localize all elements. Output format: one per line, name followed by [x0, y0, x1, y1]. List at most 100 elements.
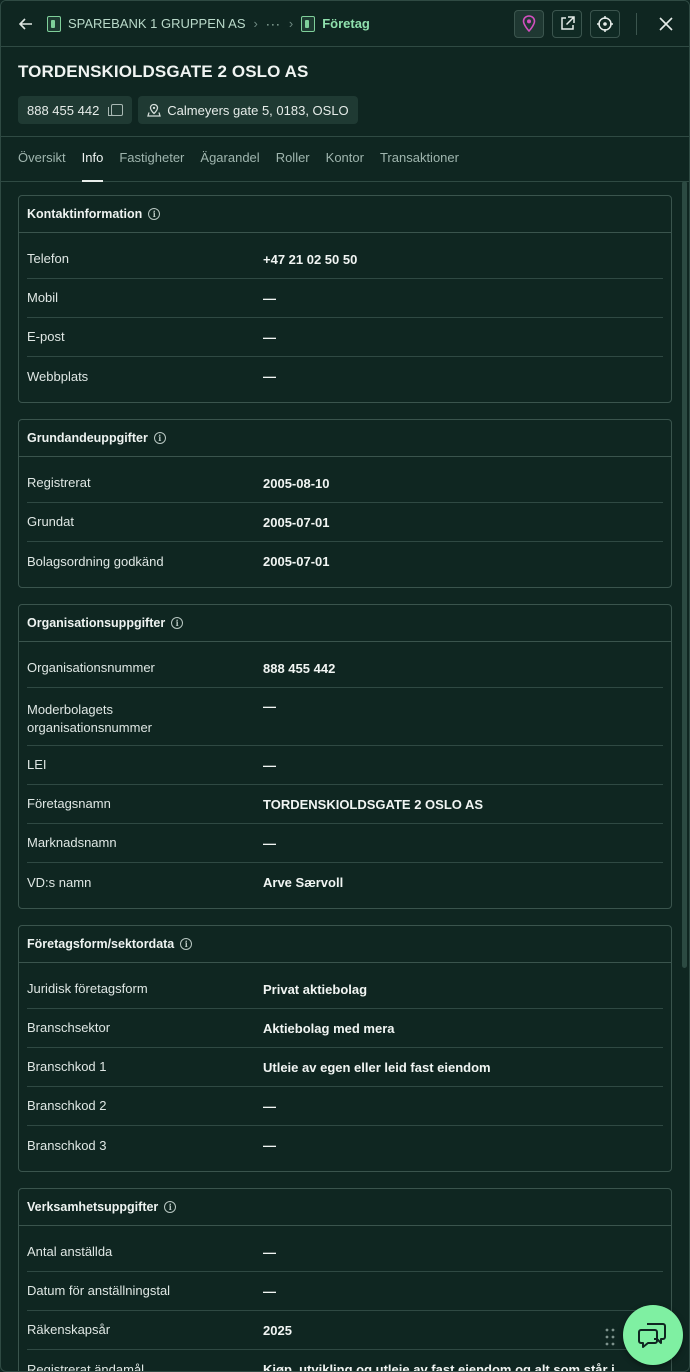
table-row: Bolagsordning godkänd 2005-07-01: [27, 542, 663, 581]
building-icon: [301, 15, 316, 32]
copy-icon[interactable]: [108, 104, 124, 116]
field-label: Branschkod 3: [27, 1137, 107, 1153]
field-label: Antal anställda: [27, 1244, 113, 1259]
field-label: Branschkod 1: [27, 1059, 107, 1074]
section-header: Verksamhetsuppgifter i: [19, 1189, 671, 1226]
locate-button[interactable]: [590, 9, 620, 38]
breadcrumb-current: Företag: [322, 16, 370, 31]
field-label: Webbplats: [27, 368, 89, 384]
field-value: +47 21 02 50 50: [263, 251, 358, 267]
table-row: Webbplats —: [27, 357, 663, 396]
address-chip[interactable]: Calmeyers gate 5, 0183, OSLO: [138, 96, 358, 124]
tab-kontor[interactable]: Kontor: [326, 150, 364, 181]
business-info-card: Verksamhetsuppgifter i Antal anställda — …: [18, 1188, 672, 1371]
info-icon[interactable]: i: [153, 432, 166, 444]
address-text: Calmeyers gate 5, 0183, OSLO: [167, 102, 349, 118]
field-value: —: [263, 757, 276, 773]
breadcrumb-root[interactable]: SPAREBANK 1 GRUPPEN AS: [68, 16, 246, 31]
section-header: Företagsform/sektordata i: [19, 926, 671, 963]
field-label: Marknadsnamn: [27, 835, 117, 850]
top-actions: [514, 9, 679, 38]
top-bar: SPAREBANK 1 GRUPPEN AS › ··· › Företag: [1, 1, 689, 47]
section-title: Företagsform/sektordata: [27, 937, 175, 951]
table-row: LEI —: [27, 746, 663, 785]
field-label: Organisationsnummer: [27, 660, 155, 675]
table-row: Grundat 2005-07-01: [27, 503, 663, 542]
section-header: Organisationsuppgifter i: [19, 605, 671, 642]
company-header: TORDENSKIOLDSGATE 2 OSLO AS 888 455 442 …: [1, 47, 689, 137]
org-info-card: Organisationsuppgifter i Organisationsnu…: [18, 604, 672, 909]
back-arrow-icon[interactable]: [15, 13, 37, 35]
close-button[interactable]: [653, 11, 679, 37]
tab-oversikt[interactable]: Översikt: [18, 150, 66, 181]
field-value: 2025: [263, 1322, 292, 1338]
table-row: Mobil —: [27, 279, 663, 318]
crosshair-icon: [597, 15, 613, 32]
field-label: Juridisk företagsform: [27, 981, 148, 996]
table-row: Branschkod 1 Utleie av egen eller leid fa…: [27, 1048, 663, 1087]
tab-roller[interactable]: Roller: [276, 150, 310, 181]
table-row: Registrerat ändamål Kjøp, utvikling og ut…: [27, 1350, 663, 1372]
info-icon[interactable]: i: [171, 617, 184, 629]
org-number: 888 455 442: [27, 102, 100, 118]
breadcrumb: SPAREBANK 1 GRUPPEN AS › ··· › Företag: [47, 15, 370, 32]
field-label: Företagsnamn: [27, 796, 111, 811]
field-label: Datum för anställningstal: [27, 1283, 171, 1298]
field-label: Grundat: [27, 514, 74, 529]
divider: [636, 12, 637, 35]
location-icon: [147, 103, 162, 117]
table-row: Moderbolagets organisationsnummer —: [27, 688, 663, 746]
field-value: Arve Særvoll: [263, 875, 344, 890]
field-label: VD:s namn: [27, 874, 92, 890]
field-label: Branschkod 2: [27, 1098, 107, 1113]
field-value: 2005-07-01: [263, 514, 330, 530]
table-row: E-post —: [27, 318, 663, 357]
field-value: Utleie av egen eller leid fast eiendom: [263, 1059, 491, 1075]
chat-button[interactable]: [623, 1305, 683, 1365]
section-title: Organisationsuppgifter: [27, 616, 166, 630]
section-title: Grundandeuppgifter: [27, 431, 148, 445]
info-content[interactable]: Kontaktinformation i Telefon +47 21 02 50…: [1, 179, 689, 1371]
section-title: Kontaktinformation: [27, 207, 143, 221]
tab-bar: Översikt Info Fastigheter Ägarandel Roll…: [1, 137, 689, 182]
field-value: —: [263, 1138, 276, 1153]
tab-fastigheter[interactable]: Fastigheter: [119, 150, 184, 181]
field-label: Moderbolagets organisationsnummer: [27, 702, 153, 735]
field-label: LEI: [27, 757, 47, 772]
field-value: —: [263, 369, 276, 384]
header-chips: 888 455 442 Calmeyers gate 5, 0183, OSLO: [18, 96, 672, 124]
field-label: Räkenskapsår: [27, 1322, 111, 1337]
map-pin-button[interactable]: [514, 9, 544, 38]
field-value: —: [263, 290, 276, 306]
field-value: —: [263, 1283, 276, 1299]
section-header: Kontaktinformation i: [19, 196, 671, 233]
page-title: TORDENSKIOLDSGATE 2 OSLO AS: [18, 62, 309, 81]
table-row: Organisationsnummer 888 455 442: [27, 649, 663, 688]
tab-info[interactable]: Info: [81, 150, 103, 182]
field-label: Registrerat: [27, 475, 91, 490]
table-row: Räkenskapsår 2025: [27, 1311, 663, 1350]
info-icon[interactable]: i: [180, 938, 193, 950]
table-row: Registrerat 2005-08-10: [27, 464, 663, 503]
field-value: 2005-08-10: [263, 475, 330, 491]
chevron-right-icon: ›: [253, 16, 258, 31]
info-icon[interactable]: i: [164, 1201, 177, 1213]
contact-card: Kontaktinformation i Telefon +47 21 02 50…: [18, 195, 672, 403]
section-header: Grundandeuppgifter i: [19, 420, 671, 457]
table-row: Datum för anställningstal —: [27, 1272, 663, 1311]
open-external-button[interactable]: [552, 9, 582, 38]
scrollbar[interactable]: [682, 181, 687, 968]
section-title: Verksamhetsuppgifter: [27, 1200, 159, 1214]
field-value: —: [263, 835, 276, 851]
field-label: Registrerat ändamål: [27, 1361, 145, 1372]
breadcrumb-ellipsis[interactable]: ···: [266, 17, 281, 31]
field-value: —: [263, 1244, 276, 1260]
tab-agarandel[interactable]: Ägarandel: [200, 150, 259, 181]
tab-transaktioner[interactable]: Transaktioner: [380, 150, 459, 181]
info-icon[interactable]: i: [148, 208, 161, 220]
field-label: E-post: [27, 329, 65, 344]
drag-handle-icon[interactable]: [604, 1327, 616, 1347]
table-row: Branschkod 3 —: [27, 1126, 663, 1165]
org-number-chip[interactable]: 888 455 442: [18, 96, 133, 124]
field-label: Bolagsordning godkänd: [27, 553, 164, 569]
